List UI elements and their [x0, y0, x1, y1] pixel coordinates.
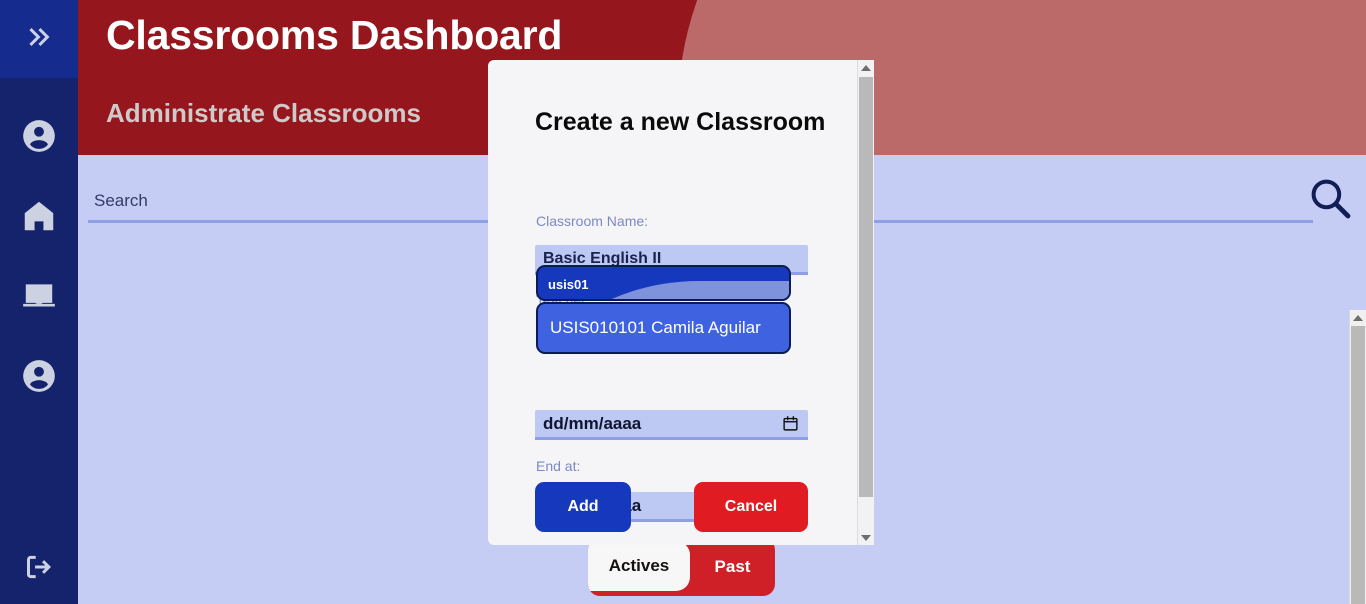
home-icon [20, 197, 58, 235]
page-title: Classrooms Dashboard [106, 12, 563, 58]
laptop-icon [20, 277, 58, 315]
sidebar-item-profile[interactable] [0, 106, 78, 166]
tab-actives-label: Actives [608, 556, 670, 575]
triangle-up-icon [1353, 314, 1363, 321]
teacher-suggestion-label: USIS010101 Camila Aguilar [550, 318, 761, 337]
modal-scrollbar[interactable] [857, 60, 874, 545]
sidebar-item-logout[interactable] [0, 537, 78, 597]
start-at-date-input[interactable]: dd/mm/aaaa [535, 410, 808, 440]
sidebar [0, 0, 78, 604]
modal-scroll-up-arrow[interactable] [858, 60, 874, 75]
start-at-value: dd/mm/aaaa [543, 413, 642, 433]
scroll-up-arrow[interactable] [1350, 310, 1366, 325]
search-icon[interactable] [1302, 170, 1358, 226]
logout-icon [21, 549, 57, 585]
app-root: Classrooms Dashboard Administrate Classr… [0, 0, 1366, 604]
end-at-label: End at: [536, 458, 581, 474]
calendar-icon[interactable] [780, 414, 800, 434]
cancel-button[interactable]: Cancel [694, 482, 808, 532]
modal-title: Create a new Classroom [535, 108, 826, 136]
account-circle-icon [20, 357, 58, 395]
modal-scrollbar-thumb[interactable] [859, 77, 873, 497]
classroom-filter-tabs: Actives Past [588, 538, 775, 596]
tab-past-label: Past [714, 557, 751, 576]
teacher-input[interactable]: usis01 [536, 265, 791, 301]
tab-past[interactable]: Past [690, 542, 775, 592]
tab-actives[interactable]: Actives [588, 541, 690, 591]
page-scrollbar-thumb[interactable] [1351, 326, 1365, 604]
account-circle-icon [20, 117, 58, 155]
classroom-name-label: Classroom Name: [536, 213, 649, 229]
triangle-down-icon [861, 534, 871, 541]
sidebar-item-classrooms[interactable] [0, 266, 78, 326]
page-subtitle: Administrate Classrooms [106, 98, 421, 128]
sidebar-item-users[interactable] [0, 346, 78, 406]
chevrons-right-icon [21, 19, 57, 60]
sidebar-item-home[interactable] [0, 186, 78, 246]
sidebar-toggle-button[interactable] [0, 0, 78, 78]
add-button[interactable]: Add [535, 482, 631, 532]
modal-scroll-down-arrow[interactable] [858, 530, 874, 545]
teacher-suggestion-item[interactable]: USIS010101 Camila Aguilar [536, 302, 791, 354]
teacher-input-value: usis01 [548, 277, 589, 292]
page-scrollbar[interactable] [1349, 310, 1366, 604]
triangle-up-icon [861, 64, 871, 71]
